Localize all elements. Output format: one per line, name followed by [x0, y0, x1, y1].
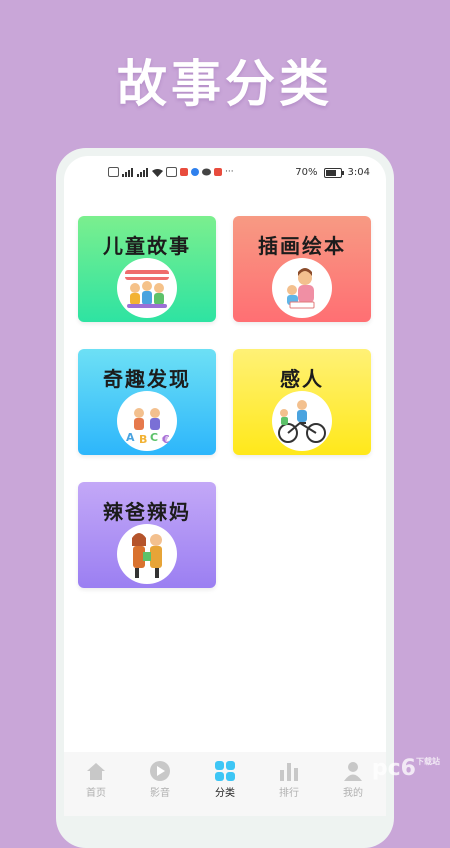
tab-media[interactable]: 影音 [140, 760, 180, 810]
mother-reading-icon [272, 258, 332, 318]
watermark-logo: pc6下载站 [371, 756, 440, 781]
category-title: 插画绘本 [258, 234, 346, 258]
wifi-icon [152, 168, 163, 177]
family-bicycle-icon [272, 391, 332, 451]
category-title: 儿童故事 [103, 234, 191, 258]
abc-kids-icon: A B C € [117, 391, 177, 451]
nfc-icon [108, 167, 119, 177]
app-screen: ··· 70% 3:04 儿童故事 插画绘本 奇趣发现 A B C € 感人 辣… [64, 156, 386, 816]
tab-ranking[interactable]: 排行 [269, 760, 309, 810]
category-title: 辣爸辣妈 [103, 500, 191, 524]
user-icon [342, 760, 364, 782]
svg-text:A: A [126, 431, 135, 444]
battery-percent: 70% [295, 167, 318, 178]
category-title: 奇趣发现 [103, 367, 191, 391]
tab-label: 影音 [150, 788, 170, 799]
category-card-children-stories[interactable]: 儿童故事 [78, 216, 216, 322]
signal-icon [122, 167, 133, 177]
chat-icon [202, 168, 211, 175]
home-icon [85, 760, 107, 782]
grid-icon [214, 760, 236, 782]
red-app-icon [214, 168, 222, 176]
bar-chart-icon [278, 760, 300, 782]
category-title: 感人 [280, 367, 324, 391]
promo-title: 故事分类 [117, 55, 333, 113]
tab-category[interactable]: 分类 [205, 760, 245, 810]
tab-label: 我的 [343, 788, 363, 799]
status-right: 70% 3:04 [295, 167, 370, 178]
category-card-picture-books[interactable]: 插画绘本 [233, 216, 371, 322]
status-bar: ··· 70% 3:04 [64, 164, 386, 184]
tab-label: 首页 [86, 788, 106, 799]
category-card-fun-discovery[interactable]: 奇趣发现 A B C € [78, 349, 216, 455]
status-icons: ··· [108, 167, 234, 177]
browser-app-icon [191, 168, 199, 176]
category-card-touching[interactable]: 感人 [233, 349, 371, 455]
parents-shopping-icon [117, 524, 177, 584]
dp-app-icon [180, 168, 188, 176]
more-icon: ··· [225, 167, 234, 177]
battery-icon [323, 167, 344, 178]
signal-icon-2 [137, 167, 148, 177]
tab-label: 排行 [279, 788, 299, 799]
svg-text:C: C [150, 431, 158, 444]
svg-text:B: B [139, 433, 147, 446]
app-notification-icon [166, 167, 177, 177]
kids-group-icon [117, 258, 177, 318]
bottom-tab-bar: 首页 影音 分类 排行 我的 [64, 752, 386, 816]
tab-label: 分类 [215, 788, 235, 799]
category-card-cool-parents[interactable]: 辣爸辣妈 [78, 482, 216, 588]
clock: 3:04 [347, 167, 370, 178]
tab-mine[interactable]: 我的 [333, 760, 373, 810]
tab-home[interactable]: 首页 [76, 760, 116, 810]
play-icon [149, 760, 171, 782]
svg-text:€: € [161, 433, 170, 446]
